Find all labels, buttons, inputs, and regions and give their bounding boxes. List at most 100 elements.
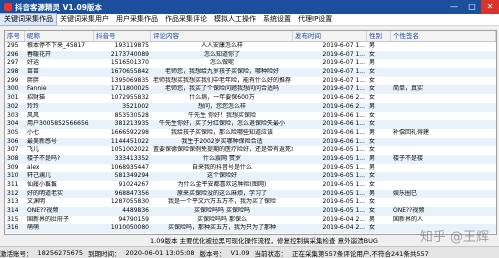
cell-gender: 男 [369, 59, 376, 67]
table-row[interactable]: 296 春暖花开 2173740089 怎么知道你了 2019-6-07 1... 女 [5, 50, 496, 60]
table-row[interactable]: 303 风风 853530528 牛先生 你好！我想买保险 2019-6-06 1...… [5, 112, 496, 121]
cell-index: 300 [7, 85, 19, 93]
user-label: 激活账号： [0, 249, 33, 258]
table-row[interactable]: 304 用户3005852566656 381213935 牛先生你好，买了分红保险，… [5, 120, 496, 129]
cell-douyin-id: 1010050080 [110, 224, 149, 232]
table-row[interactable]: 305 小七 1666592298 我给孩子买保险，那么险哪些知道应该 2019-6-0… [5, 129, 496, 138]
table-row[interactable]: 301 招财猫 1072955832 什么病，一年要保600万 2019-6-06 2.… [5, 94, 496, 103]
cell-gender: 男 [369, 215, 376, 223]
cell-douyin-id: 1144451022 [110, 137, 149, 145]
app-logo-icon [4, 3, 12, 11]
menu-user-works[interactable]: 用户采集作品 [112, 14, 161, 25]
table-row[interactable]: 306 最美新感号 1144451022 我生于2002岁买哪种保险合适 2019-6-… [5, 137, 496, 147]
cell-time: 2019-6-07 1... [322, 85, 366, 93]
cell-comment: 原来买保险没的这么麻烦，学习了 [176, 189, 267, 197]
cell-time: 2019-6-04 2... [322, 224, 366, 232]
table-row[interactable]: 314 ONE??视频 4489836 买保险吗吗 买保险吗 2019-6-05 1..… [5, 207, 496, 216]
menu-keyword-works[interactable]: 关键词采集作品 [0, 13, 57, 26]
cell-gender: 男 [369, 163, 376, 171]
cell-gender: 男 [369, 128, 376, 136]
menu-proxy[interactable]: 代理IP设置 [294, 14, 335, 25]
col-header-time[interactable]: 发布时间 [293, 31, 367, 41]
state-value: 正在采集第557条评论用户,不符合241条共557 [291, 249, 429, 258]
comments-table[interactable]: 序号 昵称 抖音号 评论内容 发布时间 性别 个性签名 295 根本停不下来_45… [4, 30, 497, 235]
cell-index: 307 [7, 146, 19, 154]
cell-nickname: 风风 [27, 111, 40, 119]
cell-gender: 男 [369, 154, 376, 162]
cell-index: 302 [7, 102, 19, 110]
table-row[interactable]: 309 alex 1068935447 自来我的抖音号是什么 2019-6-05 1..… [5, 164, 496, 173]
watermark: 知乎 @王辉 [419, 230, 489, 245]
cell-nickname: 飞儿 [27, 146, 40, 154]
cell-time: 2019-6-05 1... [322, 207, 366, 215]
cell-douyin-id: 1072955832 [110, 94, 149, 102]
table-row[interactable]: 315 国新界的肚府子 94790159 买保险吗吗 那保么 2019-6-04 2..… [5, 216, 496, 225]
cell-signature [391, 68, 496, 77]
menu-work-comments[interactable]: 作品采集评论 [161, 14, 210, 25]
cell-signature [391, 77, 496, 86]
cell-signature [391, 172, 496, 181]
col-header-douyin-id[interactable]: 抖音号 [94, 31, 151, 41]
expire-value: 2020-06-01 13:05:08 [125, 248, 195, 257]
cell-signature [391, 181, 496, 190]
cell-signature [391, 42, 496, 51]
cell-signature [391, 164, 496, 173]
col-header-gender[interactable]: 性别 [367, 31, 391, 41]
cell-gender: 男 [369, 42, 376, 49]
cell-nickname: 好运 [27, 59, 40, 67]
menu-simulate[interactable]: 模拟人工操作 [210, 14, 259, 25]
cell-nickname: 最美新感号 [27, 137, 58, 145]
cell-index: 306 [7, 137, 19, 145]
table-row[interactable]: 295 根本停不下来_45817 193119875 人人安康怎么样 2019-6-07… [5, 42, 496, 51]
table-row[interactable]: 298 苗苗 1670655842 老师您，我想给九岁孩子买保险，哪种险好 2019-6… [5, 68, 496, 77]
menu-settings[interactable]: 系统设置 [259, 14, 294, 25]
cell-comment: 人人安康怎么样 [200, 42, 243, 49]
table-body: 295 根本停不下来_45817 193119875 人人安康怎么样 2019-6-07… [5, 42, 496, 234]
cell-comment: 怎么知道你了 [203, 50, 240, 58]
col-header-index[interactable]: 序号 [5, 31, 25, 41]
cell-gender: 女 [369, 181, 376, 188]
col-header-signature[interactable]: 个性签名 [391, 31, 496, 41]
cell-gender: 女 [369, 94, 376, 102]
cell-signature [391, 146, 496, 155]
cell-index: 310 [7, 172, 19, 180]
cell-index: 311 [7, 181, 19, 188]
table-row[interactable]: 299 胖胖 1395069835 老师我想买我想买我们中老年险，能有什么好的推荐 20… [5, 77, 496, 86]
cell-index: 295 [7, 42, 19, 49]
cell-gender: 女 [369, 111, 376, 119]
cell-signature [391, 112, 496, 121]
cell-comment: 买保险吗吗 买保险吗 [194, 207, 250, 215]
cell-time: 2019-6-07 1... [322, 59, 366, 67]
cell-douyin-id: 1670655842 [110, 68, 149, 76]
cell-signature [391, 138, 496, 147]
col-header-nickname[interactable]: 昵称 [25, 31, 94, 41]
cell-douyin-id: 1666592298 [110, 128, 149, 136]
cell-time: 2019-6-05 1... [322, 154, 366, 162]
col-header-comment[interactable]: 评论内容 [151, 31, 293, 41]
cell-gender: 女 [369, 76, 376, 84]
cell-nickname: 用户3005852566656 [27, 120, 89, 128]
table-row[interactable]: 307 飞儿 1051002022 置要保德保险保例免提期的医疗险好，还是带有返死本处… [5, 146, 496, 155]
table-row[interactable]: 310 轩己澜儿 581349294 这个保险好 2019-6-05 1... 女 [5, 172, 496, 181]
cell-time: 2019-6-05 1... [322, 181, 366, 188]
table-row[interactable]: 300 Fannie 1711800025 老师您，我买了个保险问题我想问问合适吗 20… [5, 85, 496, 95]
minimize-button[interactable]: — [445, 0, 463, 14]
close-button[interactable]: ✕ [481, 0, 499, 14]
cell-nickname: 根本停不下来_45817 [27, 42, 86, 49]
menu-bar: 关键词采集作品 关键词采集用户 用户采集作品 作品采集评论 模拟人工操作 系统设… [0, 13, 499, 26]
table-row[interactable]: 313 文渊明 1287055830 我是一个平文六万五万不，我为买了保险 2019-6… [5, 198, 496, 207]
cell-time: 2019-6-06 1... [322, 137, 366, 145]
cell-douyin-id: 1287055830 [110, 198, 149, 206]
cell-time: 2019-6-06 1... [322, 120, 366, 128]
menu-keyword-users[interactable]: 关键词采集用户 [56, 14, 112, 25]
table-row[interactable]: 308 楼子不是吗? 333413352 什么震网 赞罗 2019-6-05 1... 男… [5, 154, 496, 164]
table-row[interactable]: 312 好的明道老实 968847356 原来买保险没的这么麻烦，学习了 2019-6-… [5, 189, 496, 199]
table-row[interactable]: 311 仙履小鬟鬟 91024267 为什么金平安都喜欢这种险(图网) 2019-6-0… [5, 181, 496, 190]
cell-douyin-id: 91024267 [118, 181, 149, 188]
cell-index: 308 [7, 154, 19, 162]
table-row[interactable]: 297 好运 1516501370 怎么做呢 2019-6-07 1... 男 [5, 59, 496, 68]
footer-bar: 激活账号： 18256275675 到期时间： 2020-06-01 13:05… [0, 246, 499, 258]
maximize-button[interactable]: □ [463, 0, 481, 14]
cell-comment: 老师您，我想给九岁孩子买保险，哪种险好 [164, 68, 279, 76]
table-row[interactable]: 302 玲玲 3521002 想问，您您怎么样 2019-6-06 2... 男 [5, 102, 496, 112]
